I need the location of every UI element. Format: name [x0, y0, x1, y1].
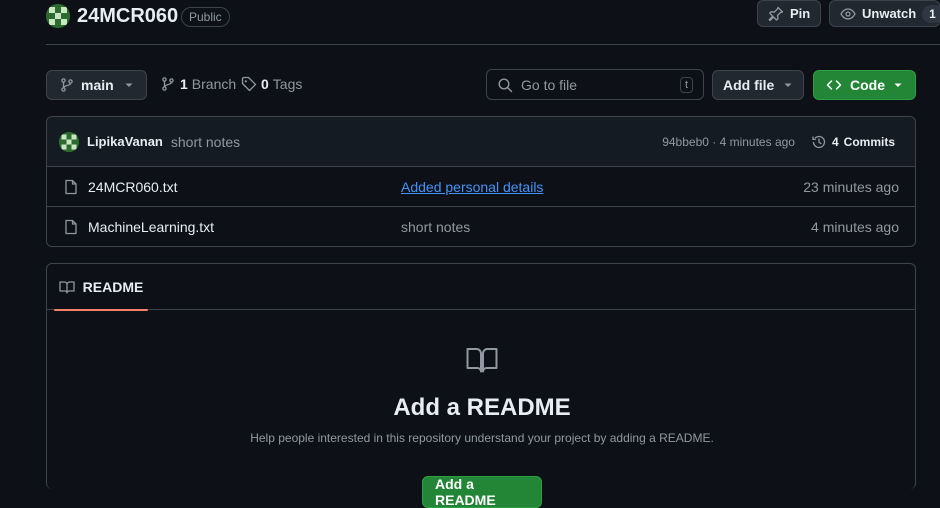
readme-heading: Add a README	[393, 394, 571, 421]
chevron-down-icon	[783, 80, 793, 90]
header-divider	[46, 44, 940, 45]
readme-description: Help people interested in this repositor…	[250, 431, 714, 445]
history-icon	[811, 134, 827, 150]
file-name[interactable]: 24MCR060.txt	[88, 179, 401, 195]
eye-icon	[840, 6, 856, 22]
commit-label: Commits	[843, 134, 895, 149]
book-icon	[59, 279, 75, 295]
readme-tab-bar: README	[47, 264, 915, 311]
add-file-button[interactable]: Add file	[712, 70, 804, 100]
branch-label: Branch	[191, 76, 237, 92]
file-commit-time: 23 minutes ago	[803, 178, 899, 195]
book-icon	[466, 346, 498, 374]
file-commit-message[interactable]: short notes	[401, 219, 470, 235]
code-button[interactable]: Code	[813, 70, 916, 100]
pin-label: Pin	[790, 6, 811, 21]
file-icon	[63, 219, 79, 235]
commit-hash-time[interactable]: 94bbeb0 · 4 minutes ago	[662, 135, 795, 149]
branch-name: main	[81, 77, 114, 93]
branch-count: 1	[180, 76, 188, 92]
git-branch-icon	[160, 76, 176, 92]
visibility-badge: Public	[181, 7, 230, 27]
search-shortcut-hint: t	[679, 76, 693, 93]
file-commit-time: 4 minutes ago	[811, 219, 899, 235]
search-icon	[497, 77, 513, 93]
branch-select-button[interactable]: main	[46, 70, 147, 100]
commit-count: 4	[831, 134, 839, 149]
file-row[interactable]: MachineLearning.txt short notes 4 minute…	[47, 207, 915, 246]
file-row[interactable]: 24MCR060.txt Added personal details 23 m…	[47, 167, 915, 207]
commit-author[interactable]: LipikaVanan	[87, 134, 163, 149]
tag-icon	[241, 76, 257, 92]
chevron-down-icon	[893, 80, 903, 90]
chevron-down-icon	[124, 80, 134, 90]
file-icon	[63, 179, 79, 195]
file-table: LipikaVanan short notes 94bbeb0 · 4 minu…	[46, 116, 916, 247]
readme-tab-label: README	[82, 279, 144, 295]
tab-readme[interactable]: README	[54, 264, 148, 311]
add-file-label: Add file	[723, 77, 775, 93]
file-commit-message[interactable]: Added personal details	[401, 179, 543, 195]
tags-link[interactable]: 0 Tags	[241, 76, 302, 92]
commit-message[interactable]: short notes	[171, 134, 240, 150]
unwatch-button[interactable]: Unwatch 1	[829, 0, 940, 27]
code-label: Code	[850, 77, 885, 93]
commit-author-avatar[interactable]	[59, 131, 79, 152]
repo-name[interactable]: 24MCR060	[77, 4, 178, 28]
readme-panel: README Add a README Help people interest…	[46, 263, 916, 508]
repo-owner-avatar[interactable]	[46, 4, 70, 28]
git-branch-icon	[59, 77, 75, 93]
search-placeholder: Go to file	[521, 76, 578, 93]
tag-count: 0	[261, 76, 269, 92]
commits-link[interactable]: 4 Commits	[811, 134, 903, 150]
add-readme-label: Add a README	[435, 476, 496, 508]
branches-link[interactable]: 1 Branch	[160, 76, 236, 92]
tag-label: Tags	[272, 76, 303, 92]
code-brackets-icon	[826, 77, 842, 93]
file-name[interactable]: MachineLearning.txt	[88, 219, 401, 235]
pin-button[interactable]: Pin	[757, 0, 821, 27]
go-to-file-input[interactable]: Go to file t	[486, 69, 704, 100]
watch-count: 1	[922, 4, 940, 23]
latest-commit-bar: LipikaVanan short notes 94bbeb0 · 4 minu…	[47, 117, 915, 167]
unwatch-label: Unwatch	[862, 6, 917, 21]
add-readme-button[interactable]: Add a README	[422, 476, 542, 508]
pin-icon	[768, 6, 784, 22]
